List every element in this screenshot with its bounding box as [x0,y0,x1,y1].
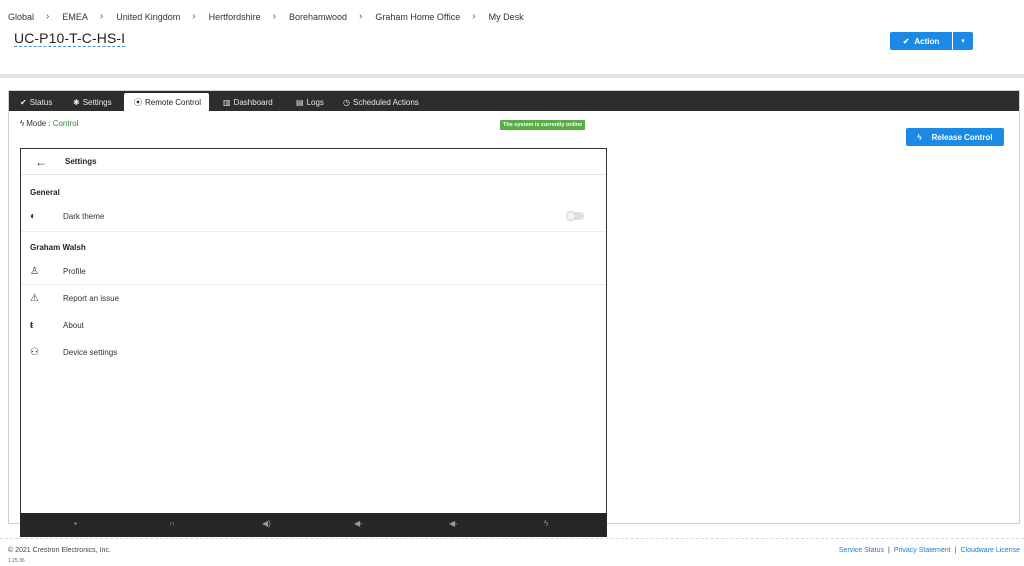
action-button-group: ✔ Action ▾ [890,32,973,50]
divider [21,284,606,285]
copyright: © 2021 Crestron Electronics, Inc. [8,547,111,554]
check-icon: ✔ [902,36,910,46]
menu-item-label: About [63,320,84,330]
privacy-statement-link[interactable]: Privacy Statement [894,547,951,554]
volume-mute-icon[interactable]: ◀- [449,519,458,528]
tab-dashboard[interactable]: ▥ Dashboard [223,93,273,111]
tab-settings[interactable]: ✱ Settings [73,93,112,111]
device-settings-icon: ⚇ [30,346,39,358]
mode-label: Mode : [26,119,51,128]
tab-label: Scheduled Actions [352,97,419,107]
tab-bar: ✔ Status ✱ Settings ⦿ Remote Control ▥ D… [9,91,1019,111]
dark-theme-row[interactable]: ◐ Dark theme [21,206,606,226]
volume-up-icon[interactable]: ◀) [262,519,271,528]
bar-chart-icon: ▥ [223,97,231,107]
volume-down-icon[interactable]: ◀- [354,519,363,528]
action-label: Action [914,36,940,46]
tab-label: Dashboard [233,97,273,107]
caret-down-icon: ▾ [961,38,965,45]
divider [21,231,606,232]
chevron-right-icon: › [359,10,363,22]
breadcrumb-united-kingdom[interactable]: United Kingdom [116,12,180,22]
mode-indicator: ϟ Mode : Control [20,119,79,128]
action-button[interactable]: ✔ Action [890,32,952,50]
device-control-bar: ▪ ∩ ◀) ◀- ◀- ϟ [20,513,607,537]
bolt-icon: ϟ [20,119,25,128]
footer-divider [0,538,1024,539]
separator: | [954,547,957,554]
section-general: General [30,188,60,197]
tab-status[interactable]: ✔ Status [20,93,52,111]
mic-off-icon[interactable]: ϟ [544,519,548,528]
gear-icon: ✱ [73,97,80,107]
section-user: Graham Walsh [30,243,86,252]
chevron-right-icon: › [472,10,476,22]
tab-scheduled-actions[interactable]: ◷ Scheduled Actions [343,93,419,111]
remote-screen[interactable]: ← Settings General ◐ Dark theme Graham W… [20,148,607,514]
chevron-right-icon: › [272,10,276,22]
profile-icon: ♙ [30,265,39,277]
breadcrumb-emea[interactable]: EMEA [62,12,88,22]
chevron-right-icon: › [192,10,196,22]
tab-label: Remote Control [145,97,202,107]
status-badge: The system is currently online [500,120,586,130]
screen-title: Settings [65,157,97,166]
action-dropdown-toggle[interactable]: ▾ [953,32,973,50]
warning-icon: ⚠ [30,292,39,304]
breadcrumb-borehamwood[interactable]: Borehamwood [289,12,347,22]
menu-item-label: Report an issue [63,293,120,303]
mode-value: Control [52,119,79,128]
toggle-knob [566,211,576,221]
check-icon: ✔ [20,97,27,107]
list-icon: ▤ [296,97,304,107]
service-status-link[interactable]: Service Status [839,547,884,554]
header-divider [0,74,1024,78]
clock-icon: ◷ [343,97,350,107]
breadcrumb-graham-home-office[interactable]: Graham Home Office [375,12,460,22]
teams-icon[interactable]: ▪ [74,519,77,528]
dark-theme-toggle[interactable] [566,211,584,221]
separator: | [887,547,890,554]
tab-label: Status [29,97,53,107]
rss-icon: ⦿ [134,97,142,107]
footer-links: Service Status | Privacy Statement | Clo… [839,547,1020,554]
bolt-icon: ϟ [917,132,922,142]
breadcrumb-my-desk[interactable]: My Desk [489,12,524,22]
menu-item-profile[interactable]: ♙ Profile [21,261,606,281]
menu-item-label: Profile [63,266,86,276]
menu-item-about[interactable]: ŧ About [21,315,606,335]
headset-icon[interactable]: ∩ [169,519,175,528]
device-title[interactable]: UC-P10-T-C-HS-I [14,31,126,47]
tab-remote-control[interactable]: ⦿ Remote Control [124,93,210,111]
tab-label: Settings [82,97,112,107]
breadcrumb-global[interactable]: Global [8,12,34,22]
back-arrow-icon[interactable]: ← [21,155,65,169]
breadcrumb: Global › EMEA › United Kingdom › Hertfor… [8,10,524,22]
chevron-right-icon: › [46,10,50,22]
tab-logs[interactable]: ▤ Logs [296,93,324,111]
version: 1.25.36 [8,558,25,564]
release-control-label: Release Control [931,132,993,142]
menu-item-device-settings[interactable]: ⚇ Device settings [21,342,606,362]
teams-icon: ŧ [30,320,33,330]
breadcrumb-hertfordshire[interactable]: Hertfordshire [209,12,261,22]
cloudware-license-link[interactable]: Cloudware License [960,547,1020,554]
release-control-button[interactable]: ϟ Release Control [906,128,1004,146]
contrast-icon: ◐ [30,210,37,222]
tab-label: Logs [306,97,324,107]
screen-header: ← Settings [21,149,606,175]
menu-item-report-issue[interactable]: ⚠ Report an issue [21,288,606,308]
device-panel: ✔ Status ✱ Settings ⦿ Remote Control ▥ D… [8,90,1020,524]
chevron-right-icon: › [99,10,104,22]
dark-theme-label: Dark theme [63,211,105,221]
menu-item-label: Device settings [63,347,118,357]
